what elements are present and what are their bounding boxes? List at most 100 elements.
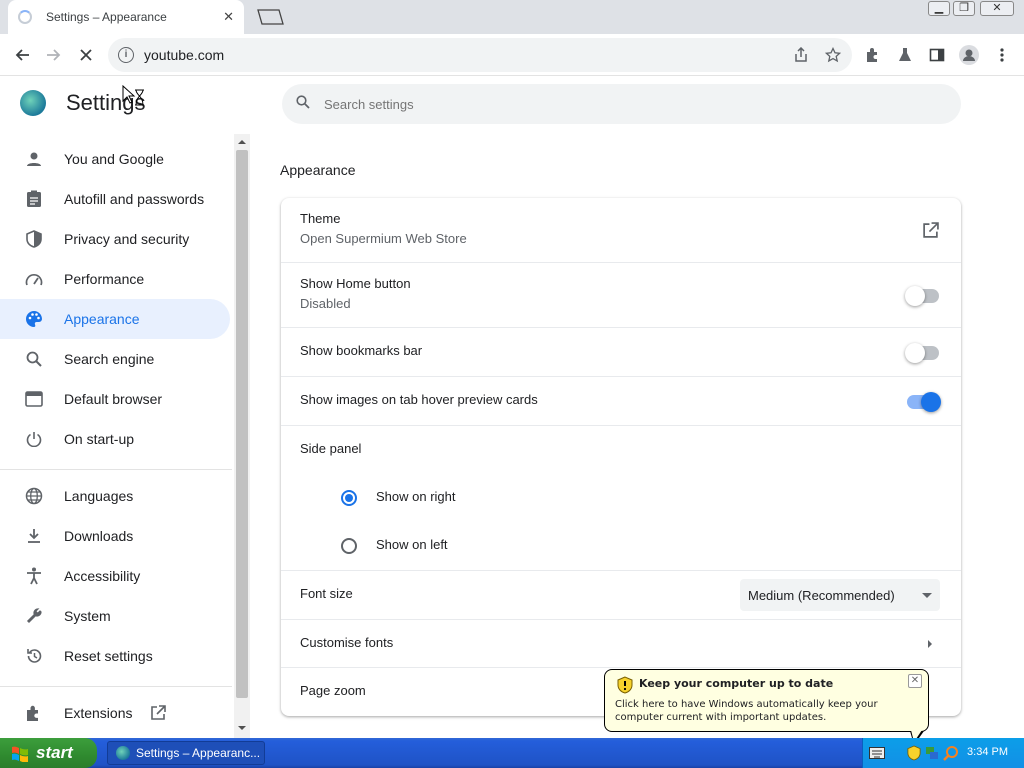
settings-logo: [20, 90, 46, 116]
taskbar: start Settings – Appearanc... 3:34 PM: [0, 738, 1024, 768]
sidebar-item-downloads[interactable]: Downloads: [0, 516, 230, 556]
sidebar-item-reset-settings[interactable]: Reset settings: [0, 636, 230, 676]
balloon-body[interactable]: Click here to have Windows automatically…: [615, 698, 915, 724]
back-button[interactable]: [11, 44, 33, 66]
sidebar-item-you-and-google[interactable]: You and Google: [0, 139, 230, 179]
windows-flag-icon: [12, 746, 28, 762]
update-notification-balloon[interactable]: Keep your computer up to date Click here…: [604, 669, 929, 745]
globe-icon: [24, 487, 44, 505]
more-menu-icon[interactable]: [991, 44, 1013, 66]
keyboard-icon[interactable]: [869, 747, 885, 759]
sidebar-item-on-start-up[interactable]: On start-up: [0, 419, 230, 459]
hover-preview-row[interactable]: Show images on tab hover preview cards: [281, 376, 961, 425]
system-tray: 3:34 PM: [862, 738, 1024, 768]
close-tab-icon[interactable]: ✕: [223, 9, 234, 25]
theme-label: Theme: [300, 211, 341, 226]
hover-preview-toggle[interactable]: [907, 392, 941, 412]
sidebar-item-label: System: [64, 608, 111, 624]
forward-button[interactable]: [43, 44, 65, 66]
stop-loading-button[interactable]: [75, 44, 97, 66]
profile-avatar-icon[interactable]: [958, 44, 980, 66]
network-tray-icon[interactable]: [925, 745, 939, 761]
tab-title: Settings – Appearance: [46, 10, 167, 24]
side-panel-left-radio[interactable]: [341, 538, 357, 554]
sidebar-item-system[interactable]: System: [0, 596, 230, 636]
bookmarks-bar-row[interactable]: Show bookmarks bar: [281, 327, 961, 376]
sidebar-item-privacy[interactable]: Privacy and security: [0, 219, 230, 259]
settings-sidebar: You and Google Autofill and passwords Pr…: [0, 134, 234, 738]
search-icon: [296, 95, 310, 113]
tab-strip: Settings – Appearance ✕ ▁ ❐ ✕: [0, 0, 1024, 34]
tab-settings-appearance[interactable]: Settings – Appearance ✕: [8, 0, 244, 34]
home-button-toggle[interactable]: [905, 286, 939, 306]
sidebar-item-appearance[interactable]: Appearance: [0, 299, 230, 339]
lab-flask-icon[interactable]: [894, 44, 916, 66]
side-panel-right-radio[interactable]: [341, 490, 357, 506]
sidebar-item-extensions[interactable]: Extensions: [0, 693, 230, 733]
sidebar-item-accessibility[interactable]: Accessibility: [0, 556, 230, 596]
open-in-new-icon: [150, 705, 167, 721]
puzzle-icon: [24, 704, 44, 722]
bookmark-star-icon[interactable]: [822, 44, 844, 66]
download-icon: [24, 528, 44, 544]
sidebar-item-label: Privacy and security: [64, 231, 190, 247]
customise-fonts-row[interactable]: Customise fonts: [281, 619, 961, 667]
sidebar-item-label: On start-up: [64, 431, 135, 447]
side-panel-right-label[interactable]: Show on right: [376, 489, 456, 504]
bookmarks-bar-toggle[interactable]: [905, 343, 939, 363]
toggle-knob: [921, 392, 941, 412]
sidebar-divider: [0, 686, 232, 687]
theme-sublabel: Open Supermium Web Store: [300, 231, 467, 246]
sidebar-item-performance[interactable]: Performance: [0, 259, 230, 299]
minimize-button[interactable]: ▁: [928, 1, 950, 16]
side-panel-label: Side panel: [300, 441, 362, 456]
new-tab-button[interactable]: [255, 9, 285, 25]
restore-button[interactable]: ❐: [953, 1, 975, 16]
wrench-icon: [24, 607, 44, 625]
sidebar-item-autofill[interactable]: Autofill and passwords: [0, 179, 230, 219]
search-icon: [24, 351, 44, 367]
reset-icon: [24, 647, 44, 665]
appearance-card: Theme Open Supermium Web Store Show Home…: [281, 198, 961, 716]
accessibility-icon: [24, 567, 44, 585]
taskbar-item-browser[interactable]: Settings – Appearanc...: [107, 741, 265, 765]
clock: 3:34 PM: [967, 746, 1008, 758]
scroll-up-arrow-icon[interactable]: [237, 138, 247, 146]
palette-icon: [24, 310, 44, 328]
start-button[interactable]: start: [0, 738, 97, 768]
browser-window-icon: [24, 391, 44, 407]
home-button-sublabel: Disabled: [300, 296, 351, 311]
search-tray-icon[interactable]: [943, 745, 959, 761]
theme-row[interactable]: Theme Open Supermium Web Store: [281, 198, 961, 262]
side-panel-icon[interactable]: [926, 44, 948, 66]
balloon-close-button[interactable]: ✕: [908, 674, 922, 688]
extensions-puzzle-icon[interactable]: [862, 44, 884, 66]
font-size-row: Font size Medium (Recommended): [281, 570, 961, 619]
sidebar-scrollbar[interactable]: [234, 134, 250, 738]
home-button-label: Show Home button: [300, 276, 411, 291]
sidebar-item-search-engine[interactable]: Search engine: [0, 339, 230, 379]
sidebar-item-label: Languages: [64, 488, 134, 504]
search-input[interactable]: [324, 96, 924, 112]
site-info-icon[interactable]: i: [118, 47, 134, 63]
speedometer-icon: [24, 271, 44, 287]
scroll-down-arrow-icon[interactable]: [237, 724, 247, 732]
font-size-select[interactable]: Medium (Recommended): [740, 579, 940, 611]
address-bar[interactable]: i youtube.com: [108, 38, 852, 72]
home-button-row[interactable]: Show Home button Disabled: [281, 262, 961, 327]
search-settings-field[interactable]: [282, 84, 961, 124]
share-icon[interactable]: [790, 44, 812, 66]
open-in-new-icon[interactable]: [922, 222, 939, 239]
loading-spinner-icon: [18, 10, 32, 24]
font-size-value: Medium (Recommended): [748, 587, 895, 603]
sidebar-item-default-browser[interactable]: Default browser: [0, 379, 230, 419]
security-alert-tray-icon[interactable]: [907, 745, 921, 761]
sidebar-item-languages[interactable]: Languages: [0, 476, 230, 516]
side-panel-left-label[interactable]: Show on left: [376, 537, 448, 552]
chevron-right-icon: [928, 640, 932, 648]
scrollbar-thumb[interactable]: [236, 150, 248, 698]
sidebar-item-label: Default browser: [64, 391, 163, 407]
browser-logo-icon: [116, 746, 130, 760]
font-size-label: Font size: [300, 586, 353, 601]
close-window-button[interactable]: ✕: [980, 1, 1014, 16]
